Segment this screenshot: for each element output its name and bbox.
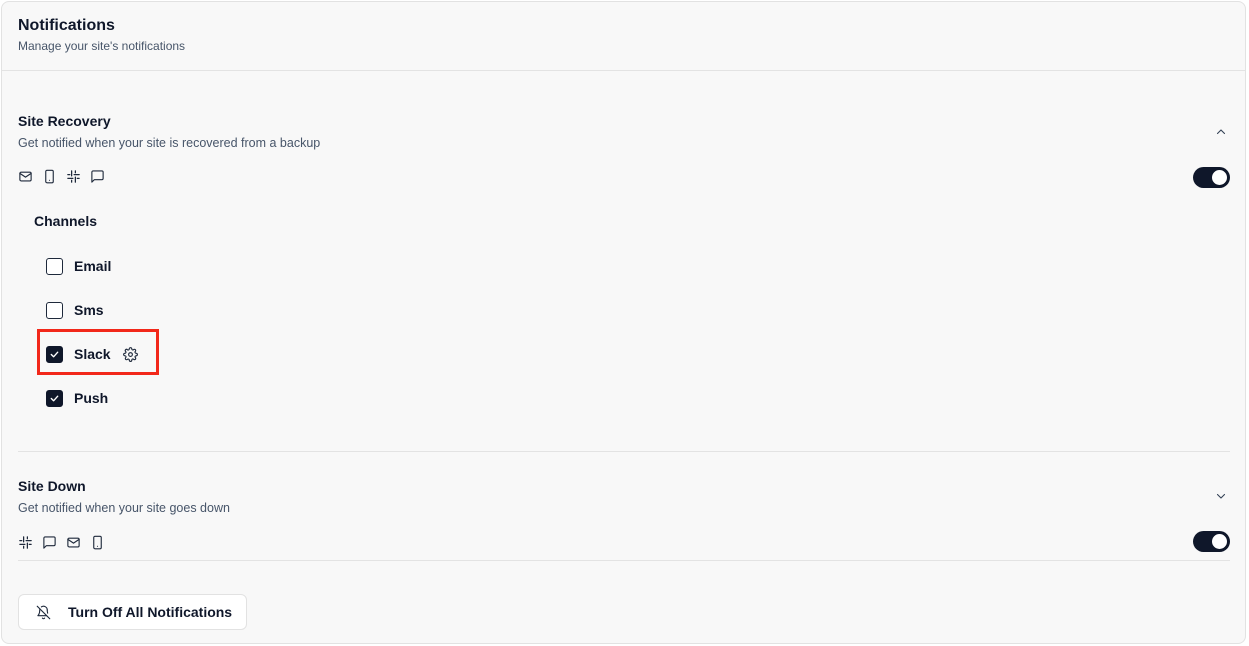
site-recovery-toggle[interactable] xyxy=(1193,167,1230,188)
slack-icon xyxy=(65,168,81,184)
notifications-card: Notifications Manage your site's notific… xyxy=(1,1,1246,644)
mail-icon xyxy=(17,168,33,184)
email-checkbox[interactable] xyxy=(46,257,63,275)
section-divider xyxy=(18,451,1230,452)
channel-sms[interactable]: Sms xyxy=(46,300,104,320)
smartphone-icon xyxy=(41,168,57,184)
expand-site-down-button[interactable] xyxy=(1214,489,1228,503)
turn-off-all-label: Turn Off All Notifications xyxy=(68,604,233,620)
channel-label-sms: Sms xyxy=(74,302,104,318)
section-description-site-recovery: Get notified when your site is recovered… xyxy=(18,136,321,150)
smartphone-icon xyxy=(89,534,105,550)
collapse-site-recovery-button[interactable] xyxy=(1214,125,1228,139)
channel-label-push: Push xyxy=(74,390,109,406)
slack-icon xyxy=(17,534,33,550)
site-recovery-channel-icons xyxy=(17,167,105,185)
channel-label-email: Email xyxy=(74,258,112,274)
channel-email[interactable]: Email xyxy=(46,256,111,276)
section-title-site-down: Site Down xyxy=(18,478,86,494)
section-divider xyxy=(18,560,1230,561)
push-checkbox[interactable] xyxy=(46,389,63,407)
channel-push[interactable]: Push xyxy=(46,388,108,408)
site-down-toggle[interactable] xyxy=(1193,531,1230,552)
message-square-icon xyxy=(89,168,105,184)
check-icon xyxy=(50,395,59,401)
message-square-icon xyxy=(41,534,57,550)
sms-checkbox[interactable] xyxy=(46,301,63,319)
section-title-site-recovery: Site Recovery xyxy=(18,113,111,129)
turn-off-all-notifications-button[interactable]: Turn Off All Notifications xyxy=(18,594,247,630)
page-subtitle: Manage your site's notifications xyxy=(18,39,186,53)
toggle-knob xyxy=(1212,534,1227,549)
slack-highlight-box xyxy=(37,329,159,375)
chevron-down-icon xyxy=(1216,493,1226,499)
mail-icon xyxy=(65,534,81,550)
page-title: Notifications xyxy=(18,17,115,34)
chevron-up-icon xyxy=(1216,129,1226,135)
channels-label: Channels xyxy=(34,213,98,229)
site-down-channel-icons xyxy=(17,533,105,551)
section-description-site-down: Get notified when your site goes down xyxy=(18,501,230,515)
notifications-header: Notifications Manage your site's notific… xyxy=(2,2,1245,71)
toggle-knob xyxy=(1212,170,1227,185)
bell-off-icon xyxy=(35,604,51,620)
